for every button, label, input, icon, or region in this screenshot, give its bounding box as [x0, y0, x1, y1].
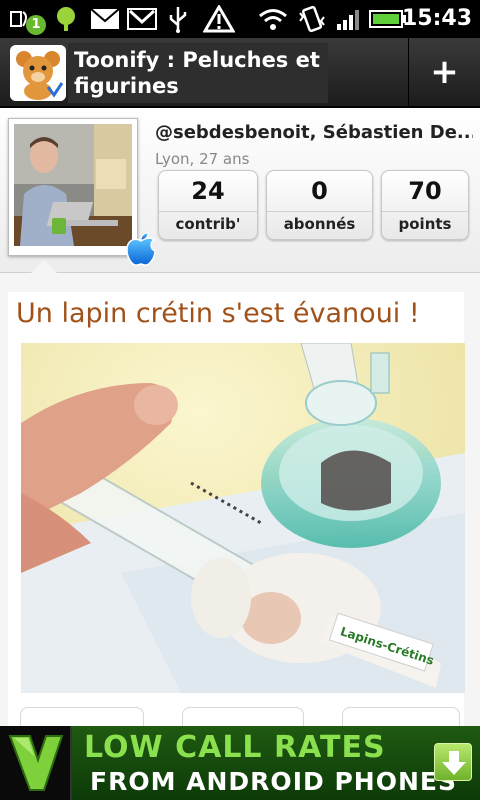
gmail-icon	[126, 4, 158, 34]
vibrate-icon	[296, 4, 328, 34]
stat-contributions[interactable]: 24 contrib'	[158, 170, 258, 240]
app-bar: Toonify : Peluches et figurines +	[0, 38, 480, 108]
profile-location: Lyon, 27 ans	[155, 150, 250, 168]
profile-header: @sebdesbenoit, Sébastien De... Lyon, 27 …	[0, 108, 480, 274]
wifi-icon	[256, 4, 290, 34]
ad-subline: FROM ANDROID PHONES	[90, 767, 457, 796]
green-dot-icon	[52, 4, 80, 34]
ad-banner[interactable]: LOW CALL RATES FROM ANDROID PHONES	[0, 726, 480, 800]
stat-followers-label: abonnés	[283, 215, 356, 233]
status-bar: 1 15:43	[0, 0, 480, 38]
post-image[interactable]: Lapins-Crétins	[21, 343, 465, 693]
post-title[interactable]: Un lapin crétin s'est évanoui !	[16, 298, 420, 329]
signal-icon	[334, 4, 364, 34]
stat-divider	[267, 211, 372, 212]
add-button[interactable]: +	[408, 38, 480, 106]
app-title: Toonify : Peluches et figurines	[74, 48, 320, 98]
stat-contributions-value: 24	[191, 177, 225, 205]
notification-badge-icon: 1	[26, 15, 46, 35]
stat-points-value: 70	[408, 177, 442, 205]
stat-followers-value: 0	[311, 177, 328, 205]
mail-icon	[88, 4, 122, 34]
ad-headline: LOW CALL RATES	[84, 730, 386, 765]
download-arrow-icon[interactable]	[434, 743, 472, 781]
app-logo[interactable]	[10, 45, 66, 101]
stat-divider	[382, 211, 468, 212]
clock: 15:43	[401, 6, 472, 31]
stat-contributions-label: contrib'	[175, 215, 241, 233]
usb-icon	[164, 4, 192, 34]
ad-logo-icon	[0, 726, 72, 800]
warning-icon	[202, 4, 236, 34]
app-title-box: Toonify : Peluches et figurines	[68, 43, 328, 103]
avatar[interactable]	[8, 118, 156, 266]
stat-followers[interactable]: 0 abonnés	[266, 170, 373, 240]
apple-icon	[126, 232, 156, 266]
profile-username[interactable]: @sebdesbenoit, Sébastien De...	[155, 122, 473, 143]
stat-points-label: points	[398, 215, 452, 233]
plus-icon: +	[430, 52, 459, 92]
selection-pointer	[30, 260, 58, 274]
avatar-photo	[14, 124, 132, 246]
stat-divider	[159, 211, 257, 212]
stat-points[interactable]: 70 points	[381, 170, 469, 240]
